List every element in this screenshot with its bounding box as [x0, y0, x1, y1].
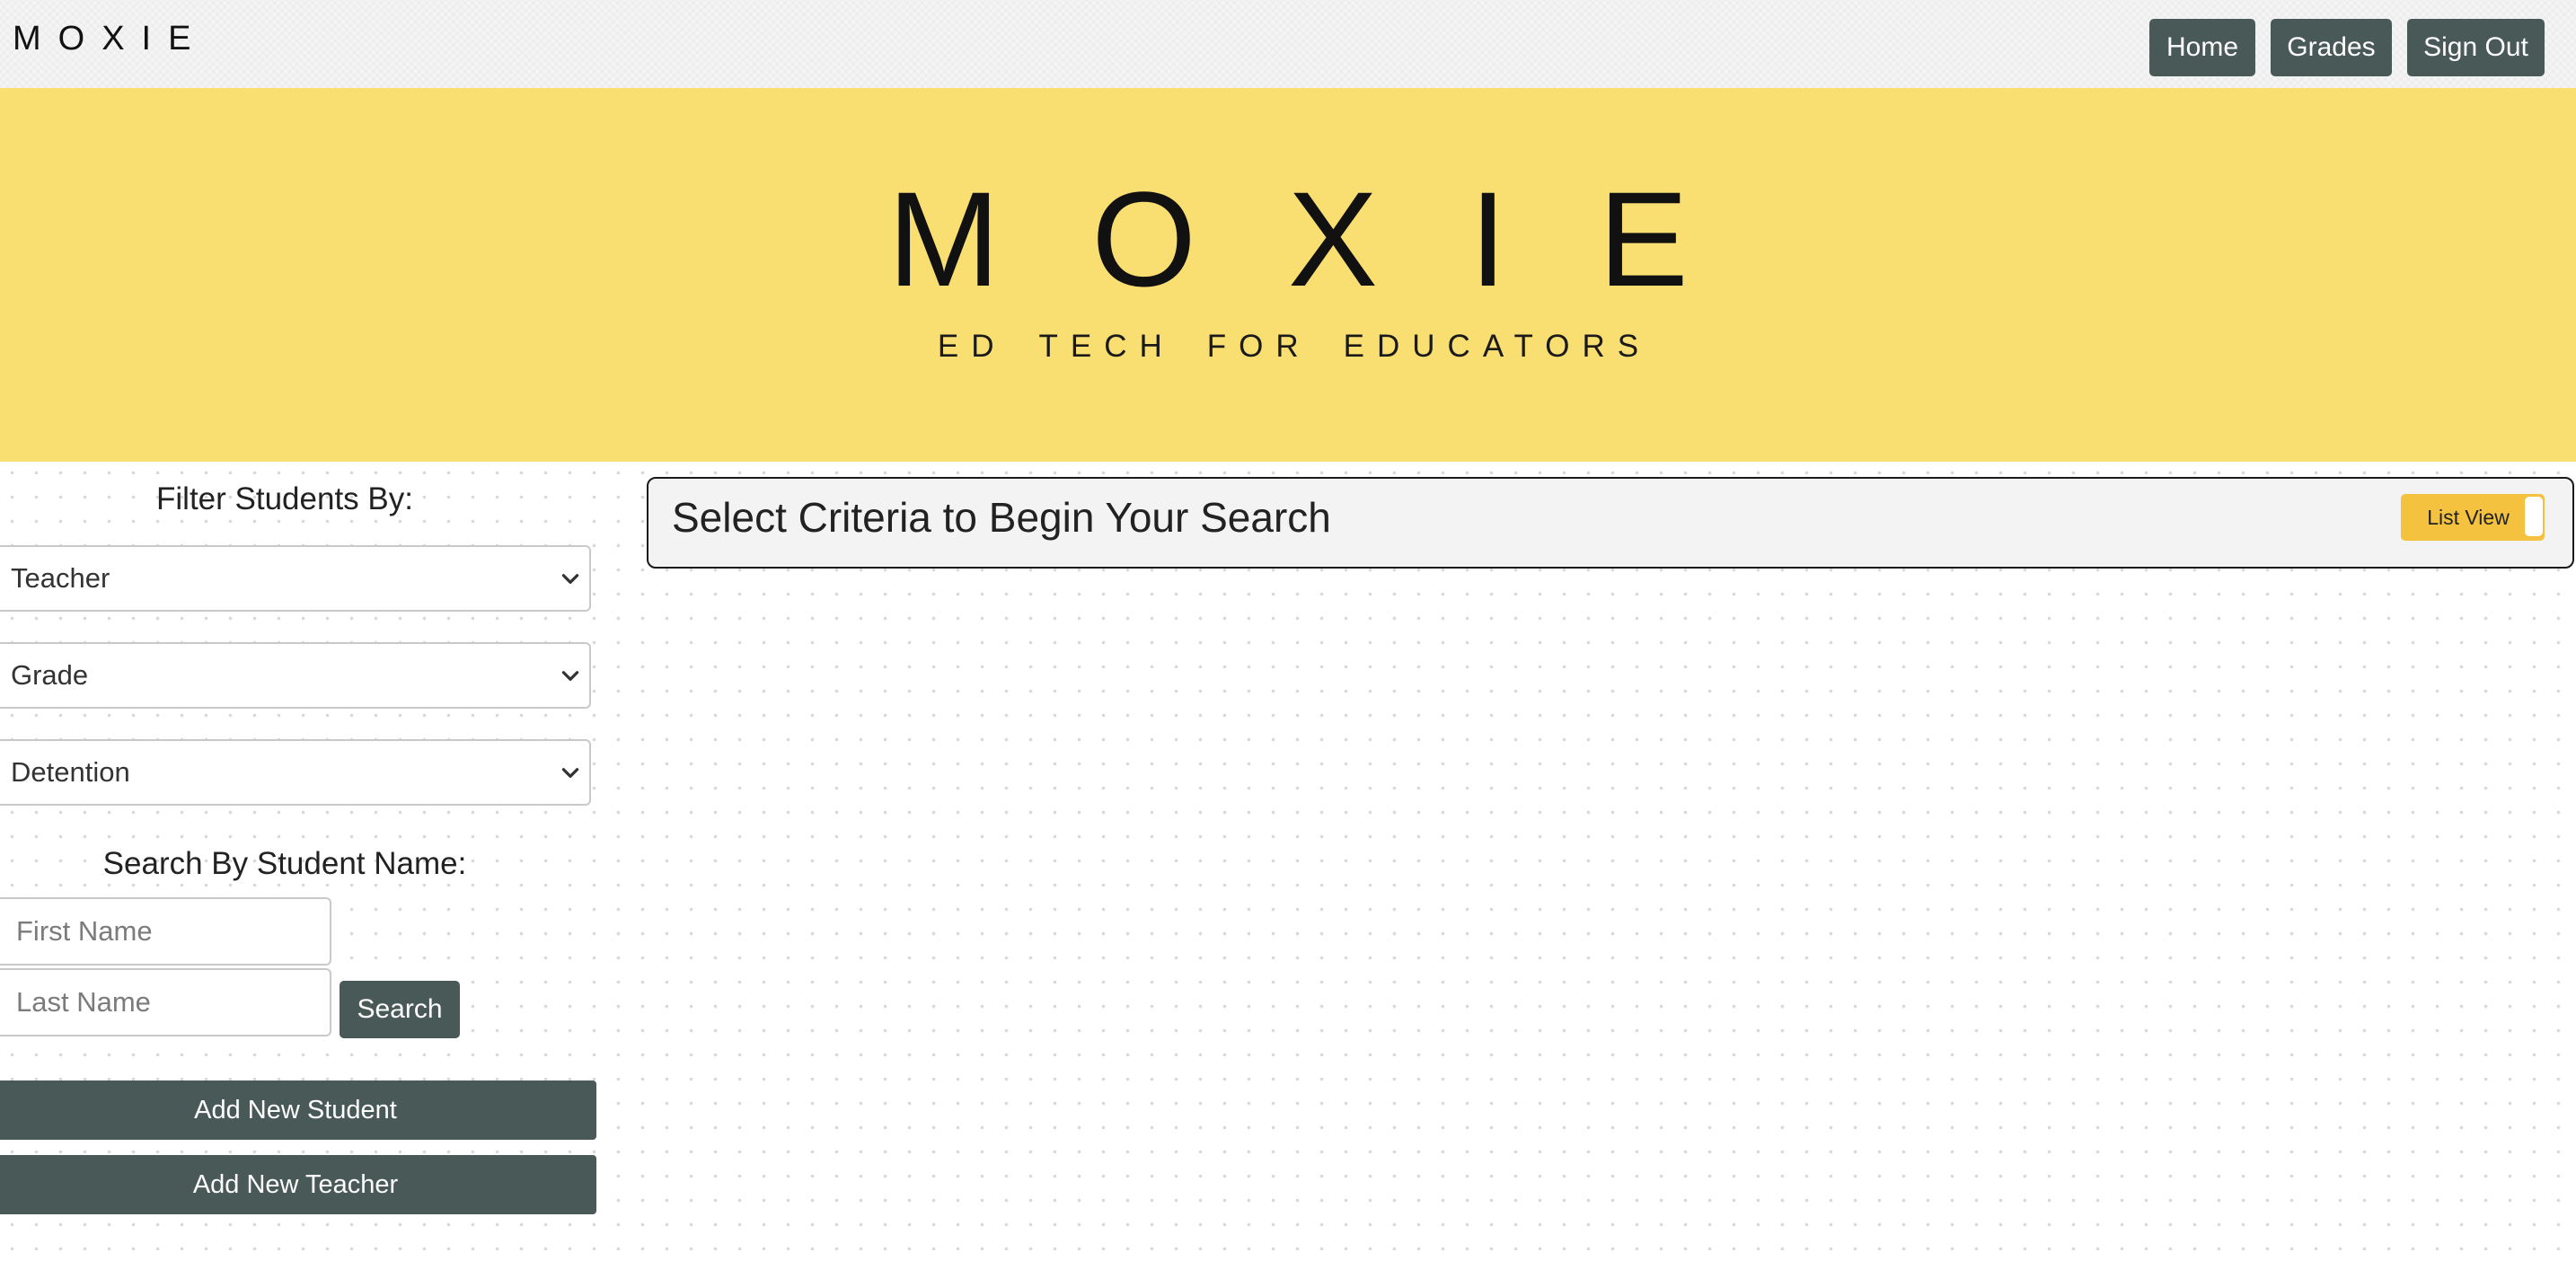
chevron-down-icon: [561, 768, 579, 778]
brand-logo[interactable]: MOXIE: [13, 20, 207, 58]
teacher-select-value: Teacher: [11, 562, 110, 594]
hero-banner: MOXIE ED TECH FOR EDUCATORS: [0, 88, 2576, 462]
list-view-label: List View: [2427, 505, 2510, 529]
hero-subtitle-word: ED: [937, 329, 1007, 364]
hero-subtitle-word: FOR: [1206, 329, 1311, 364]
toggle-knob: [2525, 497, 2543, 536]
hero-subtitle-word: EDUCATORS: [1343, 329, 1652, 364]
grade-select-value: Grade: [11, 659, 89, 691]
hero-subtitle: ED TECH FOR EDUCATORS: [0, 329, 2576, 365]
name-search-heading: Search By Student Name:: [102, 846, 467, 881]
search-button[interactable]: Search: [340, 981, 460, 1038]
hero-title: MOXIE: [887, 163, 1780, 314]
grade-select[interactable]: Grade: [0, 642, 591, 709]
detention-select-value: Detention: [11, 756, 130, 788]
home-button[interactable]: Home: [2149, 19, 2255, 76]
list-view-toggle[interactable]: List View: [2401, 494, 2545, 541]
hero-subtitle-word: TECH: [1038, 329, 1175, 364]
results-header: Select Criteria to Begin Your Search Lis…: [647, 477, 2574, 569]
sign-out-button[interactable]: Sign Out: [2407, 19, 2545, 76]
add-new-student-button[interactable]: Add New Student: [0, 1080, 596, 1140]
grades-button[interactable]: Grades: [2271, 19, 2392, 76]
top-navbar: MOXIE Home Grades Sign Out: [0, 0, 2576, 88]
add-new-teacher-button[interactable]: Add New Teacher: [0, 1155, 596, 1214]
teacher-select[interactable]: Teacher: [0, 545, 591, 612]
chevron-down-icon: [561, 574, 579, 584]
first-name-input[interactable]: [0, 897, 331, 966]
filter-heading: Filter Students By:: [156, 481, 413, 516]
last-name-input[interactable]: [0, 968, 331, 1036]
results-prompt: Select Criteria to Begin Your Search: [672, 494, 1331, 541]
detention-select[interactable]: Detention: [0, 739, 591, 806]
chevron-down-icon: [561, 671, 579, 681]
